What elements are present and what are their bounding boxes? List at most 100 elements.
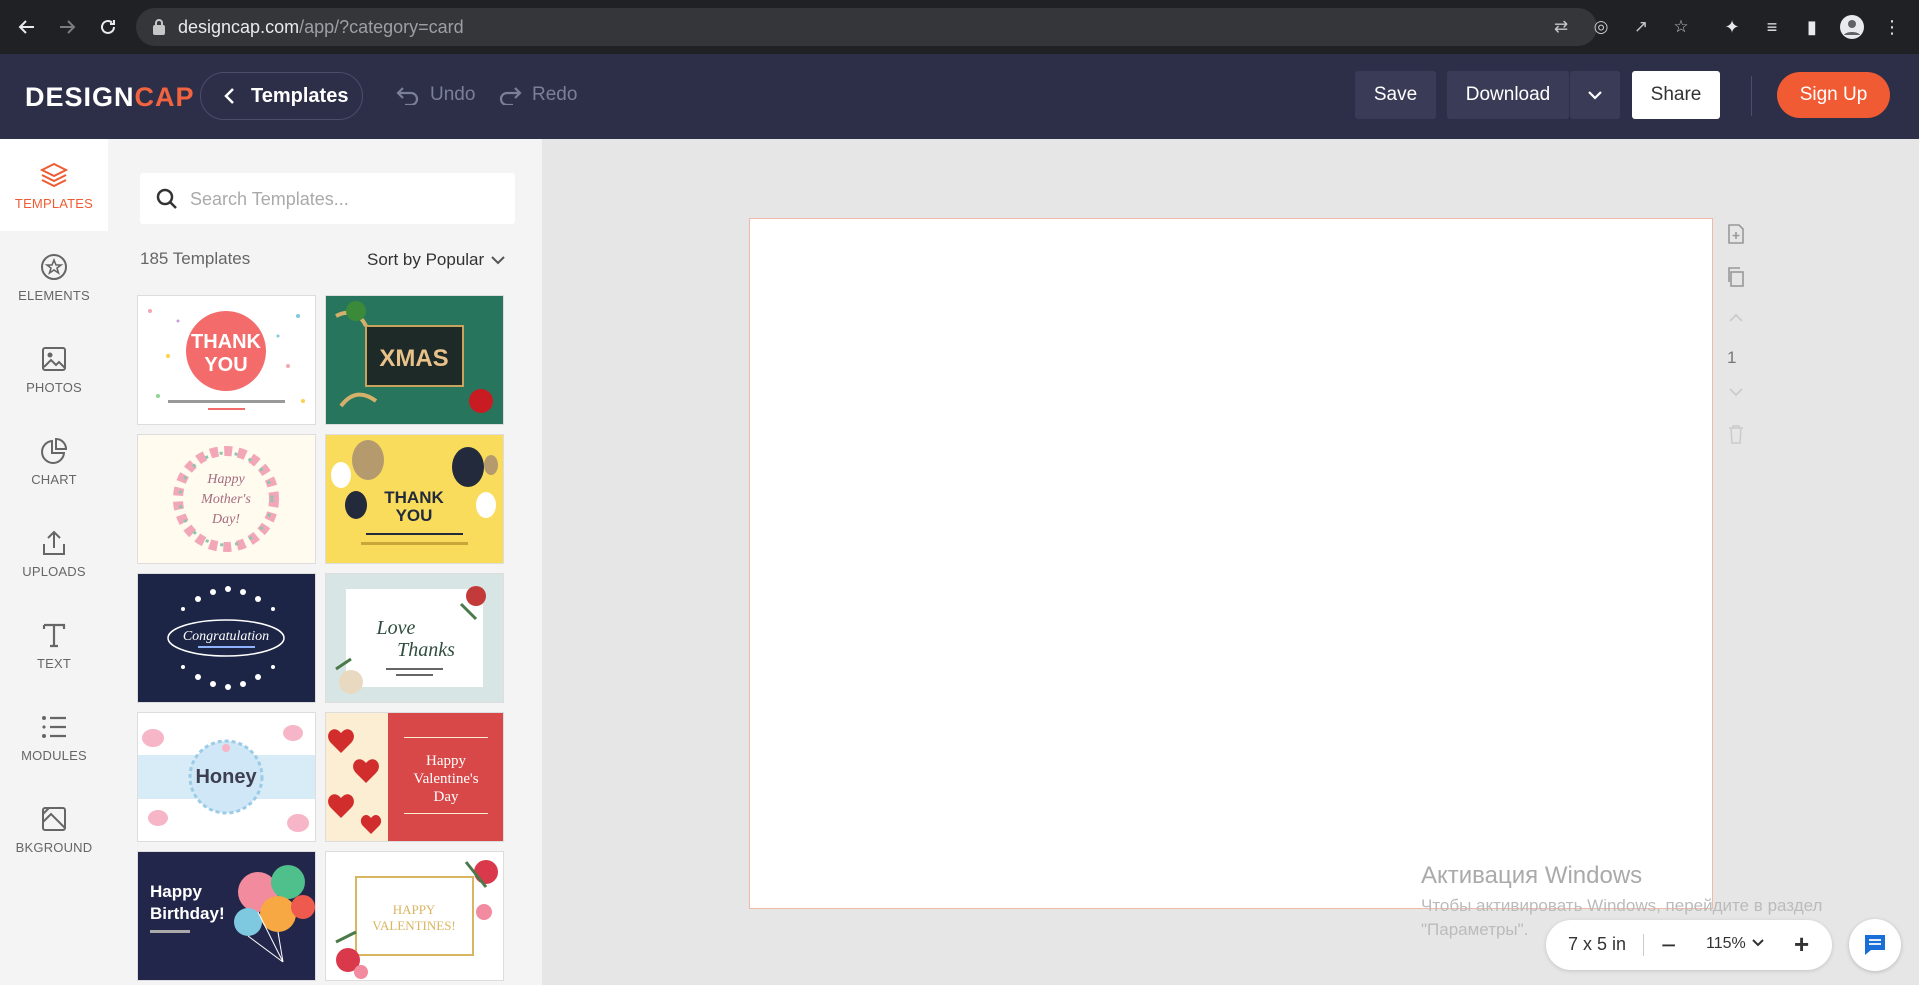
chat-icon bbox=[1865, 935, 1885, 955]
page-down-icon[interactable] bbox=[1724, 380, 1748, 404]
layers-icon bbox=[39, 162, 69, 187]
share-icon[interactable]: ↗ bbox=[1631, 17, 1651, 37]
bookmark-star-icon[interactable]: ☆ bbox=[1671, 17, 1691, 37]
chevron-left-icon bbox=[224, 88, 234, 104]
template-text: XMAS bbox=[379, 345, 448, 372]
menu-kebab-icon[interactable]: ⋮ bbox=[1880, 15, 1904, 39]
app-header: DESIGNCAP Templates Undo Redo Save Downl… bbox=[0, 54, 1919, 139]
rail-item-modules[interactable]: MODULES bbox=[0, 691, 108, 783]
share-button[interactable]: Share bbox=[1632, 71, 1720, 119]
lock-icon bbox=[153, 19, 165, 35]
template-thumbnail[interactable]: Happy Mother's Day! bbox=[138, 435, 315, 563]
page-size-label[interactable]: 7 x 5 in bbox=[1568, 934, 1626, 955]
media-icon[interactable]: ≡ bbox=[1760, 15, 1784, 39]
template-thumbnail[interactable]: HAPPY VALENTINES! bbox=[326, 852, 503, 980]
template-thumbnail[interactable]: Honey bbox=[138, 713, 315, 841]
template-text: Happy bbox=[206, 472, 245, 487]
search-input[interactable] bbox=[190, 185, 500, 213]
star-icon bbox=[41, 253, 67, 280]
page-number: 1 bbox=[1727, 348, 1737, 367]
template-thumbnail[interactable]: THANK YOU bbox=[138, 296, 315, 424]
template-text: Happy bbox=[426, 753, 466, 769]
back-arrow-icon[interactable] bbox=[13, 13, 41, 41]
zoom-out-button[interactable]: − bbox=[1661, 930, 1676, 961]
template-text: Valentine's bbox=[413, 771, 478, 787]
text-icon bbox=[42, 623, 66, 647]
rail-item-uploads[interactable]: UPLOADS bbox=[0, 507, 108, 599]
background-icon bbox=[42, 806, 66, 831]
image-icon bbox=[42, 346, 66, 371]
designcap-logo[interactable]: DESIGNCAP bbox=[25, 82, 195, 113]
chat-support-button[interactable] bbox=[1849, 919, 1901, 971]
header-divider bbox=[1751, 76, 1752, 116]
pie-chart-icon bbox=[41, 437, 68, 464]
design-canvas[interactable] bbox=[749, 218, 1713, 909]
url-text: designcap.com/app/?category=card bbox=[178, 17, 464, 37]
template-text: YOU bbox=[396, 506, 433, 525]
zoom-bar: 7 x 5 in − 115% + bbox=[1546, 920, 1832, 970]
eye-off-icon[interactable]: ◎ bbox=[1591, 17, 1611, 37]
rail-item-text[interactable]: TEXT bbox=[0, 599, 108, 691]
browser-toolbar: designcap.com/app/?category=card ⇄ ◎ ↗ ☆… bbox=[0, 0, 1919, 54]
list-icon bbox=[42, 715, 66, 738]
upload-icon bbox=[43, 530, 65, 555]
template-text: THANK bbox=[384, 488, 444, 507]
rail-item-elements[interactable]: ELEMENTS bbox=[0, 231, 108, 323]
search-icon bbox=[156, 188, 177, 209]
template-text: Thanks bbox=[397, 639, 455, 661]
sign-up-button[interactable]: Sign Up bbox=[1777, 72, 1890, 118]
template-thumbnail[interactable]: XMAS bbox=[326, 296, 503, 424]
translate-icon[interactable]: ⇄ bbox=[1551, 17, 1571, 37]
chevron-down-icon bbox=[1588, 91, 1602, 100]
delete-page-icon[interactable] bbox=[1724, 422, 1748, 446]
template-text: Congratulation bbox=[183, 629, 269, 644]
template-text: Love bbox=[376, 617, 416, 639]
zoom-divider bbox=[1643, 934, 1644, 956]
forward-arrow-icon[interactable] bbox=[53, 13, 81, 41]
rail-item-templates[interactable]: TEMPLATES bbox=[0, 139, 108, 231]
template-text: Honey bbox=[195, 766, 257, 788]
rail-item-photos[interactable]: PHOTOS bbox=[0, 323, 108, 415]
chevron-down-icon[interactable] bbox=[1751, 938, 1765, 948]
template-thumbnail[interactable]: Love Thanks bbox=[326, 574, 503, 702]
save-button[interactable]: Save bbox=[1355, 71, 1436, 119]
address-bar[interactable]: designcap.com/app/?category=card ⇄ ◎ ↗ ☆ bbox=[136, 8, 1689, 46]
undo-icon bbox=[396, 87, 419, 105]
side-panel-icon[interactable]: ▮ bbox=[1800, 15, 1824, 39]
template-text: YOU bbox=[204, 354, 247, 376]
template-text: Day! bbox=[211, 512, 240, 527]
template-text: Mother's bbox=[200, 492, 251, 507]
sort-dropdown[interactable]: Sort by Popular bbox=[367, 250, 506, 270]
tool-rail: TEMPLATES ELEMENTS PHOTOS CHART UPLOADS … bbox=[0, 139, 108, 985]
page-up-icon[interactable] bbox=[1724, 306, 1748, 330]
zoom-percent[interactable]: 115% bbox=[1706, 935, 1746, 953]
windows-activation-title: Активация Windows bbox=[1421, 862, 1643, 889]
template-text: Happy bbox=[150, 882, 203, 901]
extensions-icon[interactable]: ✦ bbox=[1720, 15, 1744, 39]
redo-button[interactable]: Redo bbox=[498, 84, 577, 106]
template-text: Birthday! bbox=[150, 904, 225, 923]
duplicate-page-icon[interactable] bbox=[1724, 265, 1748, 289]
rail-item-background[interactable]: BKGROUND bbox=[0, 783, 108, 875]
download-options-button[interactable] bbox=[1570, 71, 1620, 119]
template-thumbnail[interactable]: Congratulation bbox=[138, 574, 315, 702]
template-text: HAPPY bbox=[393, 902, 436, 917]
add-page-icon[interactable] bbox=[1724, 222, 1748, 246]
template-text: VALENTINES! bbox=[372, 918, 456, 933]
redo-icon bbox=[499, 87, 522, 105]
zoom-in-button[interactable]: + bbox=[1794, 929, 1809, 960]
profile-avatar-icon[interactable] bbox=[1840, 15, 1864, 39]
search-box[interactable] bbox=[140, 173, 515, 224]
chevron-down-icon bbox=[491, 256, 505, 265]
template-count: 185 Templates bbox=[140, 249, 251, 268]
undo-button[interactable]: Undo bbox=[396, 84, 475, 106]
template-thumbnail[interactable]: Happy Birthday! bbox=[138, 852, 315, 980]
templates-back-button[interactable]: Templates bbox=[200, 72, 363, 120]
reload-icon[interactable] bbox=[94, 13, 122, 41]
template-thumbnail[interactable]: Happy Valentine's Day bbox=[326, 713, 503, 841]
template-text: Day bbox=[434, 789, 459, 805]
rail-item-chart[interactable]: CHART bbox=[0, 415, 108, 507]
template-thumbnail[interactable]: THANK YOU bbox=[326, 435, 503, 563]
templates-panel: 185 Templates Sort by Popular THANK YOU … bbox=[108, 139, 542, 985]
download-button[interactable]: Download bbox=[1447, 71, 1569, 119]
